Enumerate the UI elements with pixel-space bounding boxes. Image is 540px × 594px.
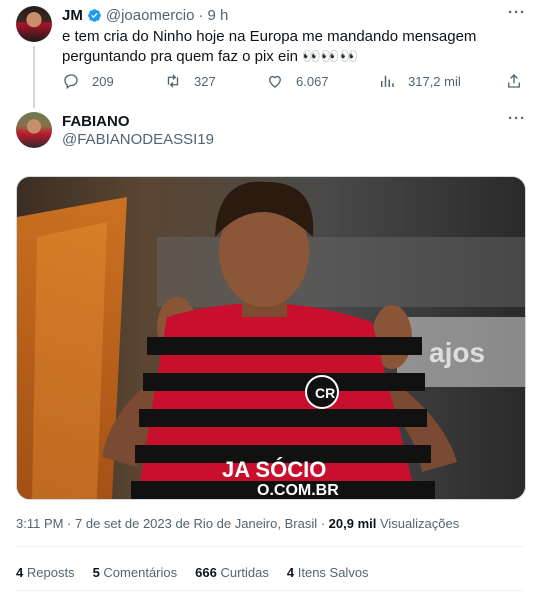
share-button[interactable] bbox=[505, 72, 523, 90]
shirt-text-line1: JA SÓCIO bbox=[222, 457, 326, 482]
retweet-button[interactable]: 327 bbox=[164, 72, 216, 90]
tweet-header: JM @joaomercio · 9 h bbox=[62, 7, 228, 24]
stat-saves[interactable]: 4 Itens Salvos bbox=[287, 565, 369, 580]
tweet-text: e tem cria do Ninho hoje na Europa me ma… bbox=[62, 28, 477, 65]
separator-dot: · bbox=[198, 7, 204, 24]
retweet-count: 327 bbox=[194, 73, 216, 89]
stat-comments[interactable]: 5 Comentários bbox=[93, 565, 178, 580]
views-count: 317,2 mil bbox=[408, 73, 461, 89]
avatar-fabiano[interactable] bbox=[16, 112, 52, 148]
shirt-text-line2: O.COM.BR bbox=[257, 482, 339, 499]
reply-button[interactable]: 209 bbox=[62, 72, 114, 90]
author-handle[interactable]: @joaomercio bbox=[106, 7, 195, 24]
author-name[interactable]: JM bbox=[62, 7, 83, 24]
share-icon bbox=[508, 74, 520, 88]
timestamp-text[interactable]: 3:11 PM · 7 de set de 2023 de Rio de Jan… bbox=[16, 516, 329, 531]
background-sign-text: ajos bbox=[429, 337, 485, 368]
like-count: 6.067 bbox=[296, 73, 329, 89]
retweet-icon bbox=[167, 74, 179, 88]
more-options-icon[interactable]: ··· bbox=[508, 4, 526, 21]
verified-badge-icon bbox=[87, 9, 101, 22]
main-author-name[interactable]: FABIANO bbox=[62, 113, 130, 130]
main-more-options-icon[interactable]: ··· bbox=[508, 110, 526, 127]
views-button[interactable]: 317,2 mil bbox=[378, 72, 461, 90]
reply-count: 209 bbox=[92, 73, 114, 89]
tweet-timestamp: 3:11 PM · 7 de set de 2023 de Rio de Jan… bbox=[16, 516, 459, 531]
main-author-handle[interactable]: @FABIANODEASSI19 bbox=[62, 131, 214, 148]
divider-top bbox=[16, 546, 524, 547]
stat-reposts[interactable]: 4 Reposts bbox=[16, 565, 75, 580]
svg-text:CR: CR bbox=[315, 385, 335, 401]
heart-icon bbox=[269, 75, 281, 88]
views-label: Visualizações bbox=[376, 516, 460, 531]
stat-likes[interactable]: 666 Curtidas bbox=[195, 565, 269, 580]
like-button[interactable]: 6.067 bbox=[266, 72, 329, 90]
tweet-photo[interactable]: ajos CR JA SÓCIO O.COM.BR bbox=[16, 176, 526, 500]
engagement-stats: 4 Reposts 5 Comentários 666 Curtidas 4 I… bbox=[16, 565, 369, 580]
views-total: 20,9 mil bbox=[328, 516, 377, 531]
thread-connector-line bbox=[33, 46, 35, 108]
avatar-jm[interactable] bbox=[16, 6, 52, 42]
tweet-time[interactable]: 9 h bbox=[207, 7, 228, 24]
reply-icon bbox=[64, 74, 78, 90]
player-photo-illustration: ajos CR JA SÓCIO O.COM.BR bbox=[17, 177, 525, 499]
divider-bottom bbox=[16, 590, 524, 591]
views-chart-icon bbox=[381, 75, 394, 87]
